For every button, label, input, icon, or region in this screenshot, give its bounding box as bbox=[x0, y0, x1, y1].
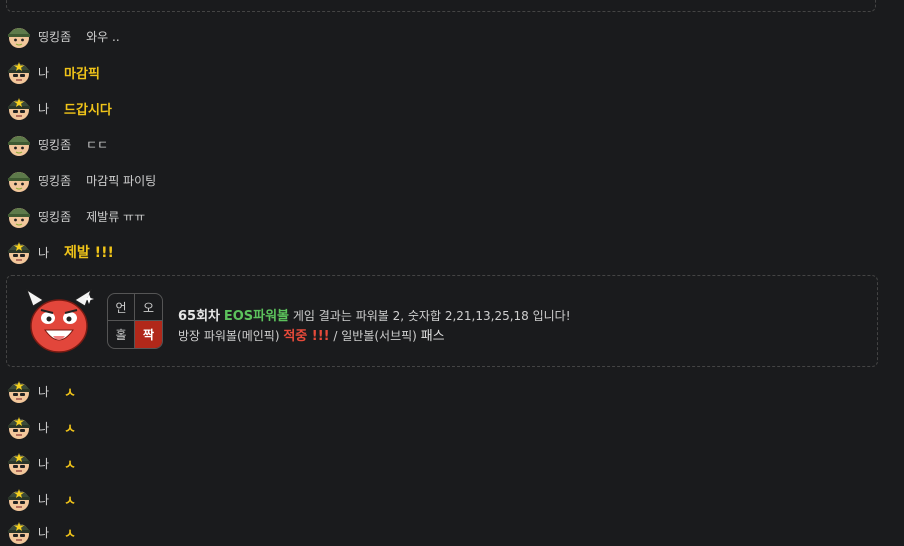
message-text: 마감픽 bbox=[64, 66, 100, 82]
message-username: 나 bbox=[38, 65, 50, 80]
chat-message: 나 ㅅ bbox=[6, 377, 866, 405]
message-text: ㄷㄷ bbox=[86, 137, 109, 152]
previous-message-box bbox=[6, 0, 876, 12]
chat-message: 띵킹좀 와우 .. bbox=[6, 22, 866, 50]
star-helmet-soldier-icon[interactable] bbox=[6, 378, 32, 404]
star-helmet-soldier-icon[interactable] bbox=[6, 59, 32, 85]
hit-label: 적중 !!! bbox=[283, 329, 330, 344]
star-helmet-soldier-icon[interactable] bbox=[6, 486, 32, 512]
green-helmet-soldier-icon[interactable] bbox=[6, 167, 32, 193]
game-result-box: 언 오 홀 짝 65회차 EOS파워볼 게임 결과는 파워볼 2, 숫자합 2,… bbox=[6, 275, 878, 367]
message-username: 띵킹좀 bbox=[38, 173, 72, 188]
result-grid: 언 오 홀 짝 bbox=[107, 293, 163, 349]
message-text: ㅅ bbox=[64, 526, 77, 542]
green-helmet-soldier-icon[interactable] bbox=[6, 131, 32, 157]
message-text: 마감픽 파이팅 bbox=[86, 173, 157, 188]
message-text: ㅅ bbox=[64, 457, 77, 473]
message-username: 나 bbox=[38, 492, 50, 507]
message-username: 나 bbox=[38, 101, 50, 116]
chat-message: 나 ㅅ bbox=[6, 413, 866, 441]
message-text: 드갑시다 bbox=[64, 102, 112, 118]
message-username: 나 bbox=[38, 420, 50, 435]
star-helmet-soldier-icon[interactable] bbox=[6, 414, 32, 440]
result-line-2: 방장 파워볼(메인픽) 적중 !!! / 일반볼(서브픽) 패스 bbox=[178, 325, 445, 344]
pass-label: 패스 bbox=[420, 329, 445, 344]
chat-message: 나 마감픽 bbox=[6, 58, 866, 86]
grid-cell-top-left: 언 bbox=[108, 294, 135, 321]
chat-message: 나 ㅅ bbox=[6, 518, 866, 546]
star-helmet-soldier-icon[interactable] bbox=[6, 519, 32, 545]
message-text: 와우 .. bbox=[86, 29, 120, 44]
chat-message: 띵킹좀 마감픽 파이팅 bbox=[6, 166, 866, 194]
result-text: 게임 결과는 파워볼 2, 숫자합 2,21,13,25,18 입니다! bbox=[292, 309, 571, 323]
chat-message: 나 제발 !!! bbox=[6, 238, 866, 266]
grid-cell-top-right: 오 bbox=[135, 294, 162, 321]
sub-pick-label: / 일반볼(서브픽) bbox=[333, 329, 417, 343]
message-username: 띵킹좀 bbox=[38, 29, 72, 44]
message-text: ㅅ bbox=[64, 493, 77, 509]
star-helmet-soldier-icon[interactable] bbox=[6, 95, 32, 121]
green-helmet-soldier-icon[interactable] bbox=[6, 203, 32, 229]
message-text: 제발 !!! bbox=[64, 245, 114, 261]
grid-cell-bottom-left: 홀 bbox=[108, 321, 135, 348]
message-username: 나 bbox=[38, 525, 50, 540]
star-helmet-soldier-icon[interactable] bbox=[6, 239, 32, 265]
message-username: 나 bbox=[38, 384, 50, 399]
result-line-1: 65회차 EOS파워볼 게임 결과는 파워볼 2, 숫자합 2,21,13,25… bbox=[178, 305, 571, 324]
message-username: 나 bbox=[38, 456, 50, 471]
message-text: 제발류 ㅠㅠ bbox=[86, 209, 146, 224]
chat-message: 띵킹좀 제발류 ㅠㅠ bbox=[6, 202, 866, 230]
message-text: ㅅ bbox=[64, 385, 77, 401]
chat-message: 띵킹좀 ㄷㄷ bbox=[6, 130, 866, 158]
message-username: 띵킹좀 bbox=[38, 209, 72, 224]
red-devil-mascot-icon bbox=[23, 288, 95, 356]
round-number: 65회차 bbox=[178, 309, 221, 324]
chat-message: 나 ㅅ bbox=[6, 485, 866, 513]
main-pick-label: 방장 파워볼(메인픽) bbox=[178, 329, 280, 343]
grid-cell-bottom-right: 짝 bbox=[135, 321, 162, 348]
message-username: 띵킹좀 bbox=[38, 137, 72, 152]
chat-message: 나 드갑시다 bbox=[6, 94, 866, 122]
star-helmet-soldier-icon[interactable] bbox=[6, 450, 32, 476]
green-helmet-soldier-icon[interactable] bbox=[6, 23, 32, 49]
game-name: EOS파워볼 bbox=[223, 309, 290, 324]
chat-message: 나 ㅅ bbox=[6, 449, 866, 477]
message-username: 나 bbox=[38, 245, 50, 260]
message-text: ㅅ bbox=[64, 421, 77, 437]
